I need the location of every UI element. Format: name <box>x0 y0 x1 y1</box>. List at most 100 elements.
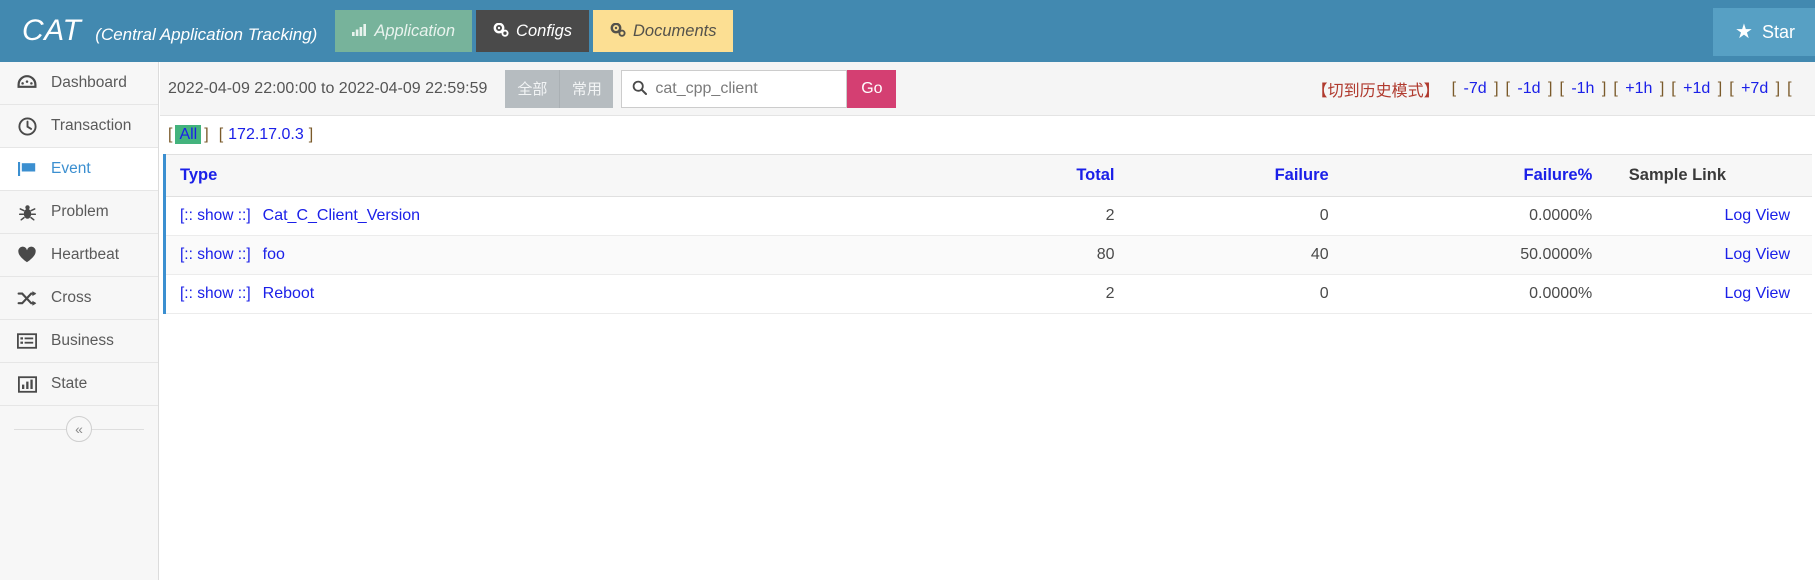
flag-icon <box>16 159 38 179</box>
brand-logo[interactable]: CAT (Central Application Tracking) <box>0 14 317 48</box>
segment-common-button[interactable]: 常用 <box>559 69 614 108</box>
cell-type: [:: show ::] Cat_C_Client_Version <box>163 196 923 236</box>
column-header-sample-link: Sample Link <box>1614 154 1812 197</box>
bracket-close: ] <box>204 126 209 143</box>
shuffle-icon <box>16 288 38 308</box>
list-icon <box>16 331 38 351</box>
sidebar-label-problem: Problem <box>51 203 109 220</box>
sidebar-item-event[interactable]: Event <box>0 148 158 191</box>
search-box[interactable] <box>621 69 848 108</box>
log-view-link[interactable]: Log View <box>1724 207 1790 224</box>
sidebar-item-state[interactable]: State <box>0 363 158 406</box>
gears-icon <box>493 22 509 39</box>
table-header-row: Type Total Failure Failure% Sample Link <box>163 154 1812 197</box>
sidebar-label-cross: Cross <box>51 289 92 306</box>
go-button[interactable]: Go <box>847 69 897 108</box>
host-filter-ip-label[interactable]: 172.17.0.3 <box>223 126 309 143</box>
nav-button-application[interactable]: Application <box>335 10 473 52</box>
bar-chart-icon <box>352 24 367 38</box>
nav-button-documents[interactable]: Documents <box>593 10 734 52</box>
clock-icon <box>16 116 38 136</box>
cell-sample-link: Log View <box>1614 235 1812 275</box>
sidebar: Dashboard Transaction Event Problem Hear… <box>0 62 159 580</box>
show-details-link[interactable]: [:: show ::] <box>180 246 251 263</box>
time-shift-plus-1d[interactable]: [ +1d ] <box>1671 80 1722 98</box>
dashboard-icon <box>16 73 38 93</box>
cat-event-page: CAT (Central Application Tracking) Appli… <box>0 0 1815 580</box>
host-filter-all-label[interactable]: All <box>175 125 202 144</box>
top-nav-buttons: Application Configs Documents <box>335 10 734 52</box>
time-shift-minus-1d[interactable]: [ -1d ] <box>1506 80 1553 98</box>
gears-icon <box>610 22 626 39</box>
sidebar-label-event: Event <box>51 160 91 177</box>
search-input[interactable] <box>655 79 837 98</box>
time-shift-minus-1h[interactable]: [ -1h ] <box>1559 80 1606 98</box>
table-row: [:: show ::] Reboot 2 0 0.0000% Log View <box>163 274 1812 314</box>
event-type-link[interactable]: Reboot <box>263 285 315 302</box>
star-button[interactable]: ★ Star <box>1713 8 1815 56</box>
cell-type: [:: show ::] foo <box>163 235 923 275</box>
time-shift-plus-7d[interactable]: [ +7d ] <box>1729 80 1780 98</box>
segment-all-button[interactable]: 全部 <box>505 69 560 108</box>
sidebar-item-problem[interactable]: Problem <box>0 191 158 234</box>
bracket-close: ] <box>308 126 314 143</box>
nav-label-configs: Configs <box>516 21 572 40</box>
star-icon: ★ <box>1735 21 1753 43</box>
nav-button-configs[interactable]: Configs <box>476 10 589 52</box>
chevron-left-double-icon: « <box>75 421 83 437</box>
cell-failure: 0 <box>1136 274 1351 314</box>
cell-failure: 40 <box>1136 235 1351 275</box>
event-table: Type Total Failure Failure% Sample Link … <box>163 154 1812 314</box>
sidebar-label-dashboard: Dashboard <box>51 74 127 91</box>
heart-icon <box>16 245 38 265</box>
bug-icon <box>16 202 38 222</box>
event-type-link[interactable]: foo <box>263 246 285 263</box>
main-content: 2022-04-09 22:00:00 to 2022-04-09 22:59:… <box>160 62 1815 580</box>
search-icon <box>632 80 648 98</box>
sidebar-collapse-row: « <box>0 406 158 452</box>
sidebar-label-state: State <box>51 375 88 392</box>
switch-history-mode-link[interactable]: 【切到历史模式】 <box>1312 77 1440 101</box>
cell-total: 2 <box>922 274 1137 314</box>
cell-sample-link: Log View <box>1614 274 1812 314</box>
event-table-wrapper: Type Total Failure Failure% Sample Link … <box>160 154 1815 314</box>
cell-sample-link: Log View <box>1614 196 1812 236</box>
sidebar-item-cross[interactable]: Cross <box>0 277 158 320</box>
sidebar-item-business[interactable]: Business <box>0 320 158 363</box>
column-header-failure[interactable]: Failure <box>1136 154 1351 197</box>
show-details-link[interactable]: [:: show ::] <box>180 285 251 302</box>
collapse-sidebar-button[interactable]: « <box>66 416 92 442</box>
event-type-link[interactable]: Cat_C_Client_Version <box>263 207 420 224</box>
log-view-link[interactable]: Log View <box>1724 246 1790 263</box>
cell-type: [:: show ::] Reboot <box>163 274 923 314</box>
time-shift-minus-7d[interactable]: [ -7d ] <box>1452 80 1499 98</box>
table-row: [:: show ::] foo 80 40 50.0000% Log View <box>163 235 1812 275</box>
brand-title: CAT <box>22 14 82 47</box>
top-navigation-bar: CAT (Central Application Tracking) Appli… <box>0 0 1815 62</box>
sidebar-label-heartbeat: Heartbeat <box>51 246 120 263</box>
history-controls: 【切到历史模式】 [ -7d ] [ -1d ] [ -1h ] [ +1h ]… <box>1312 62 1809 116</box>
column-header-failure-pct[interactable]: Failure% <box>1350 154 1615 197</box>
cell-total: 2 <box>922 196 1137 236</box>
brand-subtitle: (Central Application Tracking) <box>95 25 318 44</box>
show-details-link[interactable]: [:: show ::] <box>180 207 251 224</box>
cell-failure: 0 <box>1136 196 1351 236</box>
sidebar-label-business: Business <box>51 332 114 349</box>
table-row: [:: show ::] Cat_C_Client_Version 2 0 0.0… <box>163 196 1812 236</box>
sidebar-item-heartbeat[interactable]: Heartbeat <box>0 234 158 277</box>
bracket-open: [ <box>168 126 173 143</box>
host-filter-all[interactable]: [All] <box>168 125 209 144</box>
time-shift-plus-1h[interactable]: [ +1h ] <box>1613 80 1664 98</box>
event-table-header: Type Total Failure Failure% Sample Link <box>163 154 1812 197</box>
cell-failure-pct: 50.0000% <box>1350 235 1615 275</box>
host-filter-ip[interactable]: [172.17.0.3] <box>219 126 314 144</box>
cell-total: 80 <box>922 235 1137 275</box>
time-shift-truncated[interactable]: [ <box>1787 80 1802 98</box>
sidebar-label-transaction: Transaction <box>51 117 132 134</box>
date-range-picker[interactable]: 2022-04-09 22:00:00 to 2022-04-09 22:59:… <box>160 62 505 116</box>
sidebar-item-transaction[interactable]: Transaction <box>0 105 158 148</box>
log-view-link[interactable]: Log View <box>1724 285 1790 302</box>
column-header-type[interactable]: Type <box>163 154 923 197</box>
column-header-total[interactable]: Total <box>922 154 1137 197</box>
sidebar-item-dashboard[interactable]: Dashboard <box>0 62 158 105</box>
